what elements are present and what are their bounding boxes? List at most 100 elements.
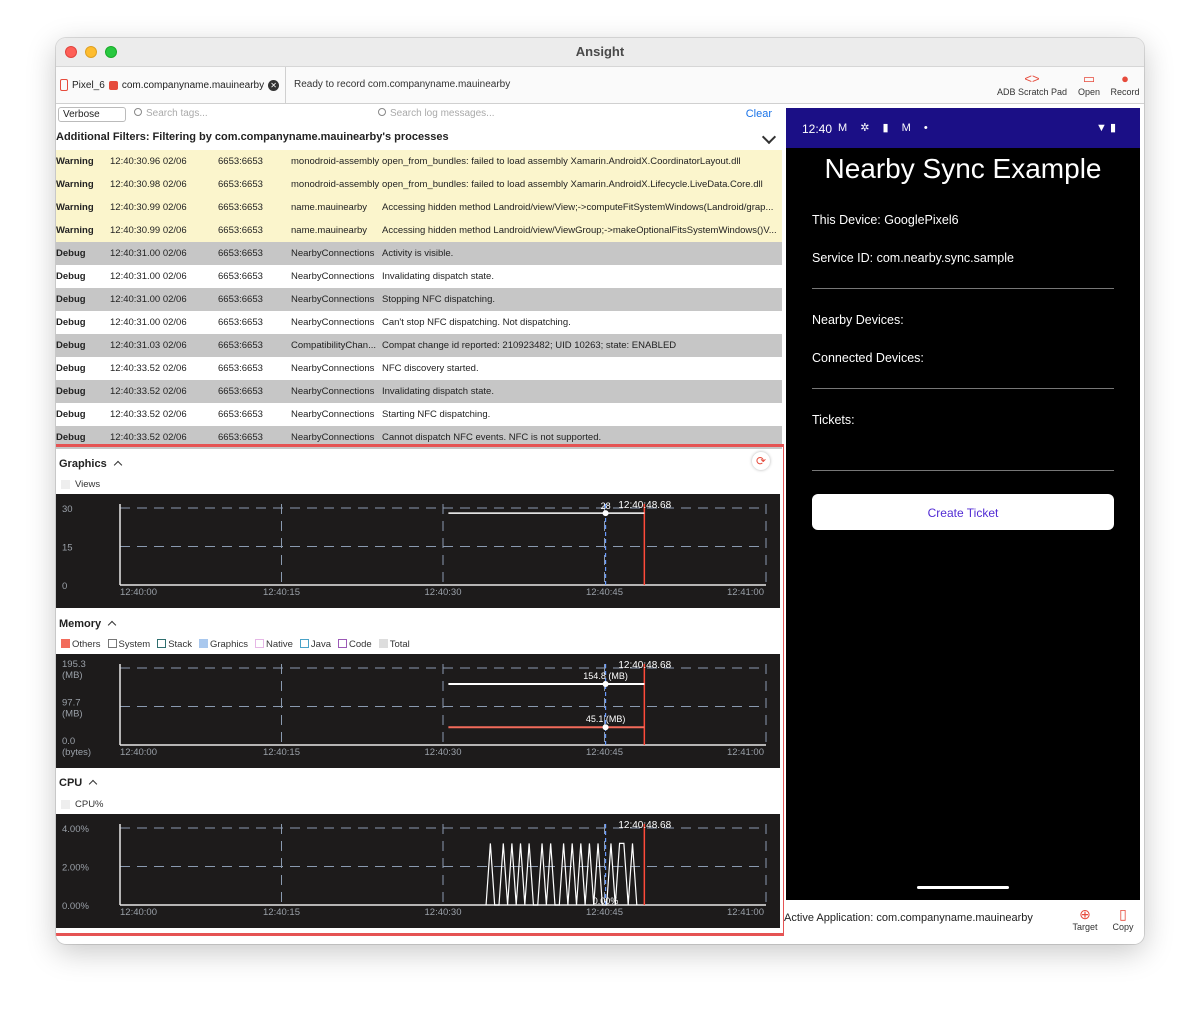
clear-button[interactable]: Clear <box>746 108 772 120</box>
additional-filters-header[interactable]: Additional Filters: Filtering by com.com… <box>56 126 782 148</box>
x-tick-label: 12:40:45 <box>586 747 623 758</box>
tickets-label: Tickets: <box>812 413 855 427</box>
legend-item[interactable]: Stack <box>157 639 192 650</box>
x-tick-label: 12:40:30 <box>425 907 462 918</box>
status-bar: 12:40 M ✲ ▮ M • ▼ ▮ <box>786 108 1140 148</box>
adb-scratch-pad-button[interactable]: <> ADB Scratch Pad <box>992 71 1072 97</box>
log-pid: 6653:6653 <box>218 271 263 282</box>
legend-item[interactable]: Graphics <box>198 639 248 650</box>
y-tick-label: 0 <box>62 581 67 592</box>
log-row[interactable]: Debug 12:40:33.52 02/06 6653:6653 NearbyCon… <box>56 357 782 380</box>
log-time: 12:40:30.99 02/06 <box>110 225 187 236</box>
log-tag: name.mauinearby <box>291 225 368 236</box>
log-row[interactable]: Warning 12:40:30.98 02/06 6653:6653 monodro… <box>56 173 782 196</box>
record-button[interactable]: ● Record <box>1108 71 1142 97</box>
log-row[interactable]: Debug 12:40:31.03 02/06 6653:6653 Compatibi… <box>56 334 782 357</box>
x-tick-label: 12:41:00 <box>727 747 764 758</box>
y-tick-label: 0.00% <box>62 901 89 912</box>
log-time: 12:40:31.00 02/06 <box>110 248 187 259</box>
app-name: com.companyname.mauinearby <box>121 79 265 91</box>
legend-item[interactable]: Native <box>254 639 293 650</box>
log-tag: name.mauinearby <box>291 202 368 213</box>
log-tag: CompatibilityChan... <box>291 340 377 351</box>
log-level: Warning <box>56 179 94 190</box>
x-tick-label: 12:40:30 <box>425 747 462 758</box>
y-tick-label: 30 <box>62 504 73 515</box>
app-icon <box>108 80 118 90</box>
memory-chart: 195.3 (MB) 97.7 (MB) 0.0 (bytes) 12:40:00 12:40… <box>56 654 780 768</box>
device-screen[interactable]: 12:40 M ✲ ▮ M • ▼ ▮ Nearby Sync Example … <box>786 108 1140 900</box>
log-time: 12:40:30.96 02/06 <box>110 156 187 167</box>
log-level: Debug <box>56 248 86 259</box>
log-msg: Starting NFC dispatching. <box>382 409 491 420</box>
device-tab[interactable]: Pixel_6 com.companyname.mauinearby ✕ <box>56 67 286 103</box>
legend-label: System <box>118 639 151 650</box>
legend-label: Stack <box>168 639 192 650</box>
legend-item[interactable]: System <box>107 639 151 650</box>
message-search-input[interactable]: Search log messages... <box>378 108 495 119</box>
home-indicator[interactable] <box>917 886 1009 889</box>
record-status: Ready to record com.companyname.mauinear… <box>294 79 511 90</box>
legend-swatch <box>338 639 347 648</box>
log-row[interactable]: Warning 12:40:30.99 02/06 6653:6653 name.ma… <box>56 196 782 219</box>
log-msg: Accessing hidden method Landroid/view/Vi… <box>382 202 774 213</box>
graphics-chart: 30 15 0 12:40:00 12:40:15 12:40:30 12:40:45 12:… <box>56 494 780 608</box>
x-tick-label: 12:40:00 <box>120 587 157 598</box>
legend-item[interactable]: Others <box>61 639 101 650</box>
copy-button[interactable]: ▯ Copy <box>1106 906 1140 932</box>
value-annotation: 45.1 (MB) <box>586 714 626 724</box>
app-title: Nearby Sync Example <box>824 153 1102 184</box>
x-tick-label: 12:40:00 <box>120 747 157 758</box>
log-row[interactable]: Debug 12:40:31.00 02/06 6653:6653 NearbyCon… <box>56 311 782 334</box>
chevron-down-icon[interactable] <box>761 129 777 145</box>
log-pid: 6653:6653 <box>218 432 263 443</box>
log-level-select[interactable]: Verbose <box>58 107 126 122</box>
log-pid: 6653:6653 <box>218 248 263 259</box>
log-time: 12:40:30.99 02/06 <box>110 202 187 213</box>
log-level: Warning <box>56 225 94 236</box>
legend-label: Others <box>72 639 101 650</box>
log-row[interactable]: Debug 12:40:31.00 02/06 6653:6653 NearbyCon… <box>56 288 782 311</box>
log-pid: 6653:6653 <box>218 202 263 213</box>
legend-swatch <box>378 639 388 648</box>
log-msg: open_from_bundles: failed to load assemb… <box>382 156 741 167</box>
log-time: 12:40:31.00 02/06 <box>110 294 187 305</box>
log-row[interactable]: Warning 12:40:30.96 02/06 6653:6653 monodro… <box>56 150 782 173</box>
legend-item[interactable]: Code <box>338 639 372 650</box>
log-tag: NearbyConnections <box>291 271 375 282</box>
this-device-label: This Device: GooglePixel6 <box>812 213 959 227</box>
log-row[interactable]: Warning 12:40:30.99 02/06 6653:6653 name.ma… <box>56 219 782 242</box>
cpu-section-title[interactable]: CPU <box>59 777 98 789</box>
x-tick-label: 12:40:15 <box>263 747 300 758</box>
legend-item[interactable]: Java <box>299 639 331 650</box>
log-msg: Can't stop NFC dispatching. Not dispatch… <box>382 317 571 328</box>
open-button[interactable]: ▭ Open <box>1074 71 1104 97</box>
log-tag: NearbyConnections <box>291 432 375 443</box>
copy-icon: ▯ <box>1119 906 1127 922</box>
target-icon: ⊕ <box>1079 906 1091 922</box>
target-button[interactable]: ⊕ Target <box>1068 906 1102 932</box>
log-row[interactable]: Debug 12:40:31.00 02/06 6653:6653 NearbyCon… <box>56 265 782 288</box>
log-row[interactable]: Debug 12:40:31.00 02/06 6653:6653 NearbyCon… <box>56 242 782 265</box>
memory-section-title[interactable]: Memory <box>59 618 117 630</box>
create-ticket-button[interactable]: Create Ticket <box>812 494 1114 530</box>
legend-item[interactable]: Total <box>378 639 410 650</box>
tag-search-input[interactable]: Search tags... <box>134 108 208 119</box>
log-row[interactable]: Debug 12:40:33.52 02/06 6653:6653 NearbyCon… <box>56 380 782 403</box>
log-pid: 6653:6653 <box>218 317 263 328</box>
close-icon[interactable]: ✕ <box>268 79 280 91</box>
device-panel: 12:40 M ✲ ▮ M • ▼ ▮ Nearby Sync Example … <box>784 104 1144 944</box>
y-tick-label: 2.00% <box>62 863 89 874</box>
log-level: Debug <box>56 317 86 328</box>
cpu-chart: 4.00% 2.00% 0.00% 12:40:00 12:40:15 12:40:30 1… <box>56 814 780 928</box>
log-time: 12:40:33.52 02/06 <box>110 432 187 443</box>
log-msg: Invalidating dispatch state. <box>382 271 494 282</box>
log-pid: 6653:6653 <box>218 340 263 351</box>
graphics-section-title[interactable]: Graphics <box>59 458 122 470</box>
caret-up-icon <box>113 460 122 470</box>
code-icon: <> <box>1024 71 1040 86</box>
log-row[interactable]: Debug 12:40:33.52 02/06 6653:6653 NearbyCon… <box>56 403 782 426</box>
filter-row: Verbose Search tags... Search log messag… <box>56 104 782 124</box>
log-tag: monodroid-assembly <box>291 156 380 167</box>
log-tag: NearbyConnections <box>291 294 375 305</box>
